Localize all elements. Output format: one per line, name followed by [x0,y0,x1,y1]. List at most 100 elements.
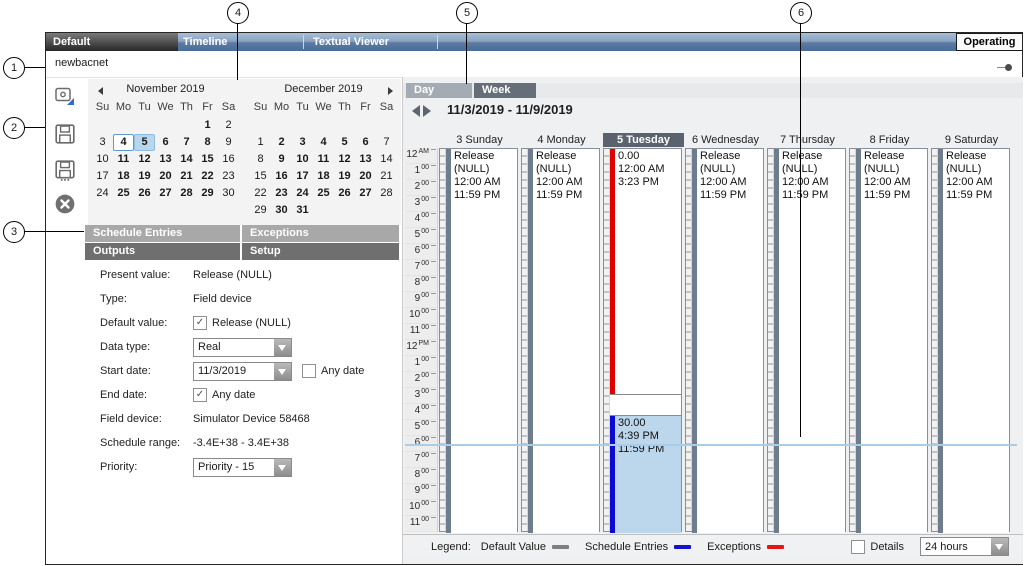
calendar-day-cell[interactable]: 28 [176,185,197,202]
calendar-day-cell[interactable]: 10 [92,151,113,168]
calendar-day-cell[interactable]: 2 [271,134,292,151]
calendar-day-cell[interactable]: 28 [376,185,397,202]
schedule-event[interactable]: Release(NULL)12:00 AM11:59 PM [938,149,1009,533]
calendar-day-cell[interactable]: 29 [250,202,271,219]
schedule-event[interactable]: Release(NULL)12:00 AM11:59 PM [446,149,517,533]
calendar-day-cell[interactable]: 25 [113,185,134,202]
tab-exceptions[interactable]: Exceptions [242,225,399,242]
calendar-day-cell[interactable]: 13 [155,151,176,168]
calendar-day-cell[interactable]: 30 [218,185,239,202]
calendar-day-cell[interactable]: 3 [292,134,313,151]
calendar-day-cell[interactable]: 31 [292,202,313,219]
day-header[interactable]: 5 Tuesday [603,133,684,147]
checkbox[interactable]: ✓ [193,316,207,330]
calendar-day-cell[interactable]: 24 [292,185,313,202]
dropdown[interactable]: 11/3/2019 [193,362,292,381]
calendar-day-cell[interactable]: 27 [355,185,376,202]
calendar-day-cell[interactable]: 5 [134,134,155,151]
calendar-day-cell[interactable]: 18 [313,168,334,185]
calendar-day-cell[interactable]: 21 [176,168,197,185]
calendar-day-cell[interactable]: 19 [134,168,155,185]
tab-operating[interactable]: Operating [956,33,1022,51]
day-column[interactable]: Release(NULL)12:00 AM11:59 PM [931,148,1010,532]
calendar-day-cell[interactable]: 12 [134,151,155,168]
tab-week[interactable]: Week [474,83,536,98]
week-prev-icon[interactable] [412,105,420,117]
calendar-day-cell[interactable]: 16 [218,151,239,168]
calendar-day-cell[interactable]: 22 [250,185,271,202]
calendar-day-cell[interactable]: 6 [155,134,176,151]
day-header[interactable]: 8 Friday [849,133,930,147]
tab-textual-viewer[interactable]: Textual Viewer [313,33,389,51]
calendar-day-cell[interactable]: 8 [197,134,218,151]
tab-outputs[interactable]: Outputs [85,243,240,260]
calendar-day-cell[interactable]: 15 [197,151,218,168]
calendar-day-cell[interactable]: 16 [271,168,292,185]
tab-schedule-entries[interactable]: Schedule Entries [85,225,240,242]
calendar-day-cell[interactable]: 7 [176,134,197,151]
schedule-event[interactable]: Release(NULL)12:00 AM11:59 PM [856,149,927,533]
calendar-day-cell[interactable]: 8 [250,151,271,168]
calendar-day-cell[interactable]: 1 [197,117,218,134]
day-header[interactable]: 6 Wednesday [685,133,766,147]
calendar-day-cell[interactable]: 7 [376,134,397,151]
calendar-day-cell[interactable]: 27 [155,185,176,202]
details-checkbox[interactable] [851,540,865,554]
splitter-handle-icon[interactable] [1005,64,1012,71]
calendar-day-cell[interactable]: 1 [250,134,271,151]
calendar-day-cell[interactable]: 21 [376,168,397,185]
calendar-day-cell[interactable]: 9 [271,151,292,168]
calendar-day-cell[interactable]: 6 [355,134,376,151]
calendar-day-cell[interactable]: 18 [113,168,134,185]
tab-timeline[interactable]: Timeline [183,33,227,51]
save-button[interactable] [54,123,76,145]
calendar-day-cell[interactable]: 17 [292,168,313,185]
interval-dropdown[interactable]: 24 hours [920,537,1009,556]
calendar-day-cell[interactable]: 14 [376,151,397,168]
day-column[interactable]: Release(NULL)12:00 AM11:59 PM [439,148,518,532]
day-column[interactable]: Release(NULL)12:00 AM11:59 PM [767,148,846,532]
calendar-day-cell[interactable]: 22 [197,168,218,185]
schedule-event[interactable]: Release(NULL)12:00 AM11:59 PM [692,149,763,533]
calendar-day-cell[interactable]: 12 [334,151,355,168]
calendar-day-cell[interactable]: 25 [313,185,334,202]
day-header[interactable]: 7 Thursday [767,133,848,147]
day-header[interactable]: 3 Sunday [439,133,520,147]
calendar-day-cell[interactable]: 4 [113,134,134,151]
dropdown[interactable]: Priority - 15 [193,458,292,477]
checkbox[interactable] [302,364,316,378]
calendar-day-cell[interactable]: 23 [218,168,239,185]
save-as-button[interactable] [54,159,76,181]
calendar-day-cell[interactable]: 19 [334,168,355,185]
schedule-event[interactable]: Release(NULL)12:00 AM11:59 PM [528,149,599,533]
calendar-day-cell[interactable]: 15 [250,168,271,185]
calendar-day-cell[interactable]: 30 [271,202,292,219]
schedule-event[interactable]: 0.0012:00 AM3:23 PM [610,149,681,395]
dropdown[interactable]: Real [193,338,292,357]
calendar-day-cell[interactable]: 29 [197,185,218,202]
tab-default[interactable]: Default [46,33,178,51]
calendar-day-cell[interactable]: 10 [292,151,313,168]
calendar-day-cell[interactable]: 4 [313,134,334,151]
calendar-day-cell[interactable]: 13 [355,151,376,168]
calendar-day-cell[interactable]: 9 [218,134,239,151]
calendar-day-cell[interactable]: 26 [134,185,155,202]
calendar-day-cell[interactable]: 3 [92,134,113,151]
schedule-event[interactable]: 30.004:39 PM11:59 PM [610,415,681,533]
discard-button[interactable] [54,193,76,215]
calendar-day-cell[interactable]: 20 [155,168,176,185]
calendar-day-cell[interactable]: 26 [334,185,355,202]
calendar-day-cell[interactable]: 11 [113,151,134,168]
day-column[interactable]: Release(NULL)12:00 AM11:59 PM [521,148,600,532]
schedule-event[interactable]: Release(NULL)12:00 AM11:59 PM [774,149,845,533]
checkbox[interactable]: ✓ [193,388,207,402]
day-column[interactable]: Release(NULL)12:00 AM11:59 PM [685,148,764,532]
calendar-day-cell[interactable]: 20 [355,168,376,185]
day-header[interactable]: 9 Saturday [931,133,1012,147]
calendar-day-cell[interactable]: 14 [176,151,197,168]
tab-setup[interactable]: Setup [242,243,399,260]
calendar-day-cell[interactable]: 2 [218,117,239,134]
release-button[interactable] [54,85,76,107]
calendar-day-cell[interactable]: 5 [334,134,355,151]
calendar-day-cell[interactable]: 24 [92,185,113,202]
